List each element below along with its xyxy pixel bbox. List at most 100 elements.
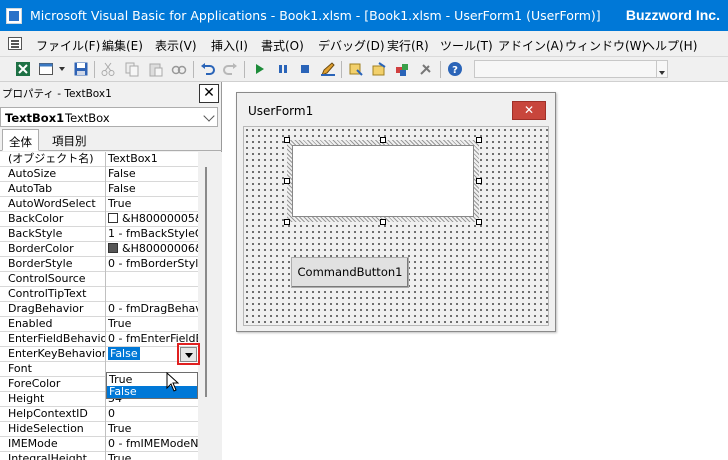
paste-icon[interactable] bbox=[148, 61, 164, 77]
property-value[interactable]: True bbox=[107, 422, 198, 437]
toolbox-icon[interactable] bbox=[418, 61, 434, 77]
property-row[interactable]: IntegralHeight True bbox=[0, 452, 198, 460]
close-icon[interactable]: ✕ bbox=[512, 101, 546, 120]
resize-handle[interactable] bbox=[380, 219, 386, 225]
property-value[interactable]: False bbox=[107, 167, 198, 182]
property-value[interactable]: True bbox=[107, 197, 198, 212]
property-value[interactable]: True bbox=[107, 452, 198, 460]
property-row[interactable]: BorderStyle0 - fmBorderStyleNone bbox=[0, 257, 198, 272]
property-row[interactable]: ControlTipText bbox=[0, 287, 198, 302]
menu-insert[interactable]: 挿入(I) bbox=[211, 37, 248, 54]
menu-run[interactable]: 実行(R) bbox=[387, 37, 429, 54]
property-value[interactable]: 0 - fmIMEModeNoControl bbox=[107, 437, 198, 452]
property-row[interactable]: AutoWordSelect True bbox=[0, 197, 198, 212]
chevron-down-icon[interactable] bbox=[656, 61, 667, 77]
userform-window[interactable]: UserForm1 ✕ CommandButton1 bbox=[236, 92, 556, 332]
property-row[interactable]: EnterFieldBehavior0 - fmEnterFieldBehavi… bbox=[0, 332, 198, 347]
property-tabs: 全体 項目別 bbox=[0, 129, 222, 151]
run-icon[interactable] bbox=[252, 61, 268, 77]
design-mode-icon[interactable] bbox=[320, 61, 336, 77]
property-value[interactable] bbox=[107, 272, 198, 287]
resize-handle[interactable] bbox=[380, 137, 386, 143]
highlight-box bbox=[177, 343, 200, 365]
insert-userform-icon[interactable] bbox=[38, 61, 54, 77]
menu-view[interactable]: 表示(V) bbox=[155, 37, 197, 54]
property-row[interactable]: BackColor &H80000005& bbox=[0, 212, 198, 227]
menu-debug[interactable]: デバッグ(D) bbox=[318, 37, 385, 54]
undo-icon[interactable] bbox=[200, 61, 216, 77]
property-value[interactable]: True bbox=[107, 317, 198, 332]
property-row[interactable]: BorderColor &H80000006& bbox=[0, 242, 198, 257]
cut-icon[interactable] bbox=[100, 61, 116, 77]
menu-help[interactable]: ヘルプ(H) bbox=[643, 37, 697, 54]
property-row[interactable]: HideSelection True bbox=[0, 422, 198, 437]
brand-watermark: Buzzword Inc. bbox=[625, 7, 720, 23]
property-value[interactable]: 0 - fmDragBehaviorDisabled bbox=[107, 302, 198, 317]
property-value[interactable]: &H80000005& bbox=[107, 212, 198, 227]
menu-tools[interactable]: ツール(T) bbox=[440, 37, 493, 54]
mouse-cursor-icon bbox=[166, 372, 180, 392]
property-value-text: &H80000005& bbox=[122, 212, 198, 225]
copy-icon[interactable] bbox=[124, 61, 140, 77]
property-value[interactable]: &H80000006& bbox=[107, 242, 198, 257]
menu-window[interactable]: ウィンドウ(W) bbox=[565, 37, 646, 54]
object-browser-icon[interactable] bbox=[394, 61, 410, 77]
resize-handle[interactable] bbox=[476, 219, 482, 225]
property-value[interactable]: 1 - fmBackStyleOpaque bbox=[107, 227, 198, 242]
menu-bar: ファイル(F) 編集(E) 表示(V) 挿入(I) 書式(O) デバッグ(D) … bbox=[0, 31, 728, 57]
tab-categorized[interactable]: 項目別 bbox=[46, 129, 93, 151]
property-value[interactable]: False bbox=[107, 182, 198, 197]
tab-alphabetic[interactable]: 全体 bbox=[2, 129, 39, 151]
color-swatch bbox=[108, 213, 118, 223]
standard-toolbar: ? bbox=[0, 57, 728, 82]
property-name: ForeColor bbox=[0, 377, 106, 392]
menu-format[interactable]: 書式(O) bbox=[261, 37, 304, 54]
svg-text:?: ? bbox=[452, 65, 458, 76]
dropdown-arrow-icon[interactable] bbox=[58, 61, 74, 77]
property-row[interactable]: IMEMode0 - fmIMEModeNoControl bbox=[0, 437, 198, 452]
save-icon[interactable] bbox=[73, 61, 89, 77]
property-row[interactable]: ControlSource bbox=[0, 272, 198, 287]
code-window-menu-icon[interactable] bbox=[8, 37, 22, 50]
break-icon[interactable] bbox=[275, 61, 291, 77]
window-title: Microsoft Visual Basic for Applications … bbox=[30, 8, 601, 23]
project-explorer-icon[interactable] bbox=[348, 61, 364, 77]
property-row-selected[interactable]: EnterKeyBehavior False bbox=[0, 347, 198, 362]
dropdown-option-false[interactable]: False bbox=[107, 386, 197, 398]
menu-file[interactable]: ファイル(F) bbox=[36, 37, 100, 54]
property-value[interactable]: 0 bbox=[107, 407, 198, 422]
property-row[interactable]: HelpContextID 0 bbox=[0, 407, 198, 422]
commandbutton1-control[interactable]: CommandButton1 bbox=[291, 257, 409, 288]
property-row[interactable]: Enabled True bbox=[0, 317, 198, 332]
resize-handle[interactable] bbox=[476, 178, 482, 184]
property-row[interactable]: (オブジェクト名) TextBox1 bbox=[0, 152, 198, 167]
property-row[interactable]: DragBehavior0 - fmDragBehaviorDisabled bbox=[0, 302, 198, 317]
property-value[interactable]: 0 - fmBorderStyleNone bbox=[107, 257, 198, 272]
property-value[interactable] bbox=[107, 287, 198, 302]
textbox1-control[interactable] bbox=[292, 145, 474, 217]
redo-icon[interactable] bbox=[222, 61, 238, 77]
close-icon[interactable]: ✕ bbox=[199, 84, 219, 103]
code-position-field[interactable] bbox=[474, 60, 668, 78]
properties-icon[interactable] bbox=[371, 61, 387, 77]
toolbar-separator bbox=[94, 61, 95, 78]
resize-handle[interactable] bbox=[284, 137, 290, 143]
menu-edit[interactable]: 編集(E) bbox=[102, 37, 143, 54]
resize-handle[interactable] bbox=[284, 178, 290, 184]
chevron-down-icon[interactable] bbox=[203, 110, 215, 122]
property-value[interactable]: TextBox1 bbox=[107, 152, 198, 167]
menu-addins[interactable]: アドイン(A) bbox=[498, 37, 564, 54]
form-canvas[interactable]: CommandButton1 bbox=[243, 126, 549, 326]
property-row[interactable]: BackStyle1 - fmBackStyleOpaque bbox=[0, 227, 198, 242]
reset-icon[interactable] bbox=[297, 61, 313, 77]
property-row[interactable]: AutoTab False bbox=[0, 182, 198, 197]
property-row[interactable]: AutoSize False bbox=[0, 167, 198, 182]
object-selector[interactable]: TextBox1 TextBox bbox=[0, 107, 218, 127]
property-grid-scrollbar[interactable] bbox=[198, 152, 222, 460]
excel-icon[interactable] bbox=[15, 61, 31, 77]
find-icon[interactable] bbox=[171, 61, 187, 77]
help-icon[interactable]: ? bbox=[447, 61, 463, 77]
resize-handle[interactable] bbox=[476, 137, 482, 143]
scrollbar-thumb[interactable] bbox=[205, 167, 207, 397]
resize-handle[interactable] bbox=[284, 219, 290, 225]
